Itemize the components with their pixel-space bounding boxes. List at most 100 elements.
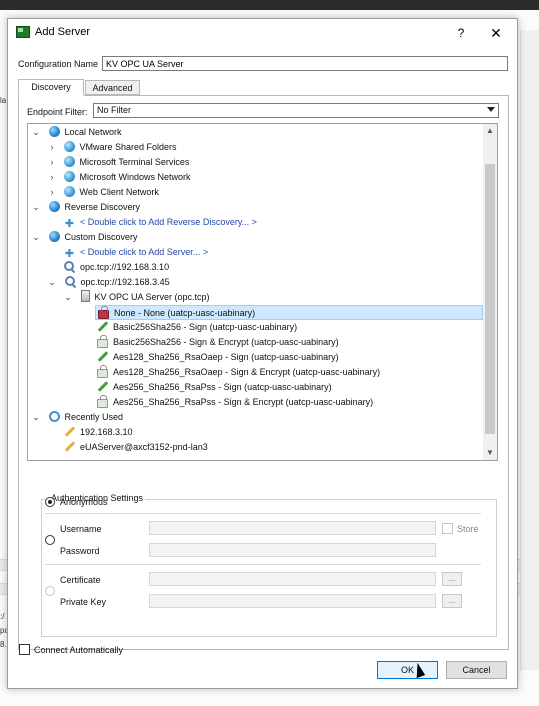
scroll-up-arrow-icon[interactable]: ▲ <box>483 124 497 138</box>
endpoint-item[interactable]: Aes128_Sha256_RsaOaep - Sign (uatcp-uasc… <box>97 350 339 365</box>
tree-node-label: Aes128_Sha256_RsaOaep - Sign & Encrypt (… <box>113 367 381 377</box>
private-key-input[interactable] <box>149 594 436 608</box>
expand-chevron-icon[interactable]: ⌄ <box>63 290 73 305</box>
server-icon <box>80 290 90 302</box>
add-server-link[interactable]: < Double click to Add Server... > <box>80 247 208 257</box>
dialog-title: Add Server <box>35 26 91 38</box>
tree-node[interactable]: ⌄ Reverse Discovery <box>31 200 140 215</box>
green-lock-icon <box>97 365 108 378</box>
collapsed-chevron-icon[interactable]: › <box>47 140 57 155</box>
tree-node[interactable]: opc.tcp://192.168.3.10 <box>64 260 169 275</box>
dropdown-arrow-icon[interactable] <box>487 107 495 112</box>
connect-automatically-checkbox[interactable] <box>19 644 30 655</box>
endpoint-filter-value: No Filter <box>97 105 132 115</box>
tree-node-label: Aes256_Sha256_RsaPss - Sign & Encrypt (u… <box>113 397 374 407</box>
tab-discovery[interactable]: Discovery <box>18 79 84 96</box>
tree-node[interactable]: › VMware Shared Folders <box>47 140 177 155</box>
network-icon <box>63 171 75 182</box>
tree-node-label: Web Client Network <box>79 187 159 197</box>
network-icon <box>63 141 75 152</box>
tree-node[interactable]: › Microsoft Terminal Services <box>47 155 189 170</box>
clock-icon <box>48 411 60 422</box>
tree-node[interactable]: ⌄ opc.tcp://192.168.3.45 <box>47 275 170 290</box>
tree-node[interactable]: › Microsoft Windows Network <box>47 170 191 185</box>
collapsed-chevron-icon[interactable]: › <box>47 185 57 200</box>
expand-chevron-icon[interactable]: ⌄ <box>47 275 57 290</box>
expand-chevron-icon[interactable]: ⌄ <box>31 200 41 215</box>
store-checkbox[interactable] <box>442 523 453 534</box>
tree-node-label: opc.tcp://192.168.3.10 <box>80 262 170 272</box>
globe-icon <box>48 231 60 242</box>
add-reverse-discovery-link[interactable]: < Double click to Add Reverse Discovery.… <box>80 217 257 227</box>
username-input[interactable] <box>149 521 436 535</box>
tree-node[interactable]: ⌄ KV OPC UA Server (opc.tcp) <box>63 290 210 305</box>
tree-node-label: Microsoft Windows Network <box>79 172 191 182</box>
help-button[interactable]: ? <box>451 23 471 43</box>
separator <box>45 513 481 514</box>
certificate-radio[interactable] <box>45 586 55 596</box>
tree-node[interactable]: › Web Client Network <box>47 185 159 200</box>
cancel-button[interactable]: Cancel <box>446 661 507 679</box>
background-text-fragment: :/ <box>0 612 5 621</box>
tree-node-label: VMware Shared Folders <box>79 142 177 152</box>
dialog-title-bar[interactable]: Add Server ? ✕ <box>8 19 517 47</box>
expand-chevron-icon[interactable]: ⌄ <box>31 230 41 245</box>
tree-node[interactable]: ⌄ Local Network <box>31 125 122 140</box>
tree-node-label: Local Network <box>64 127 122 137</box>
yellow-pencil-icon <box>64 441 75 452</box>
tree-scrollbar[interactable]: ▲ ▼ <box>483 124 497 460</box>
anonymous-radio[interactable] <box>45 497 55 507</box>
tree-node[interactable]: ⌄ Recently Used <box>31 410 123 425</box>
endpoint-item[interactable]: Basic256Sha256 - Sign & Encrypt (uatcp-u… <box>97 335 339 350</box>
endpoint-item[interactable]: Aes256_Sha256_RsaPss - Sign & Encrypt (u… <box>97 395 373 410</box>
app-icon <box>16 26 30 38</box>
certificate-input[interactable] <box>149 572 436 586</box>
red-lock-icon <box>98 306 109 319</box>
certificate-browse-button[interactable]: ... <box>442 572 462 586</box>
tree-node-label: 192.168.3.10 <box>80 427 133 437</box>
connect-automatically-label: Connect Automatically <box>34 645 124 655</box>
configuration-name-input[interactable] <box>102 56 508 71</box>
magnifier-icon <box>64 276 76 287</box>
tree-node[interactable]: eUAServer@axcf3152-pnd-lan3 <box>64 440 208 455</box>
separator <box>45 564 481 565</box>
tree-node[interactable]: ✚ < Double click to Add Reverse Discovery… <box>64 215 257 230</box>
discovery-tree[interactable]: ⌄ Local Network › VMware Shared Folders … <box>27 123 498 461</box>
tree-node-label: Aes256_Sha256_RsaPss - Sign (uatcp-uasc-… <box>113 382 332 392</box>
tree-node-label: eUAServer@axcf3152-pnd-lan3 <box>80 442 208 452</box>
endpoint-item-selected[interactable]: None - None (uatcp-uasc-uabinary) <box>95 305 483 320</box>
green-lock-icon <box>97 335 108 348</box>
scroll-down-arrow-icon[interactable]: ▼ <box>483 446 497 460</box>
tree-node-label: Reverse Discovery <box>64 202 141 212</box>
tree-node[interactable]: ✚ < Double click to Add Server... > <box>64 245 208 260</box>
endpoint-item[interactable]: Aes128_Sha256_RsaOaep - Sign & Encrypt (… <box>97 365 380 380</box>
tab-advanced[interactable]: Advanced <box>85 80 140 95</box>
close-button[interactable]: ✕ <box>484 23 508 43</box>
username-radio[interactable] <box>45 535 55 545</box>
globe-icon <box>48 126 60 137</box>
background-scrollbar[interactable] <box>520 30 539 670</box>
authentication-settings-group <box>41 499 497 637</box>
endpoint-item[interactable]: Basic256Sha256 - Sign (uatcp-uasc-uabina… <box>97 320 297 335</box>
endpoint-filter-label: Endpoint Filter: <box>27 107 88 117</box>
scroll-thumb[interactable] <box>485 164 495 434</box>
tree-node[interactable]: 192.168.3.10 <box>64 425 133 440</box>
ok-button[interactable]: OK <box>377 661 438 679</box>
anonymous-label: Anonymous <box>60 497 108 507</box>
tree-node-label: Basic256Sha256 - Sign (uatcp-uasc-uabina… <box>113 322 298 332</box>
endpoint-filter-select[interactable]: No Filter <box>93 103 499 118</box>
expand-chevron-icon[interactable]: ⌄ <box>31 410 41 425</box>
private-key-browse-button[interactable]: ... <box>442 594 462 608</box>
collapsed-chevron-icon[interactable]: › <box>47 155 57 170</box>
tree-node-label: Aes128_Sha256_RsaOaep - Sign (uatcp-uasc… <box>113 352 339 362</box>
green-pencil-icon <box>97 381 108 392</box>
expand-chevron-icon[interactable]: ⌄ <box>31 125 41 140</box>
tree-node-label: Custom Discovery <box>64 232 138 242</box>
store-label: Store <box>457 524 479 534</box>
tree-node[interactable]: ⌄ Custom Discovery <box>31 230 138 245</box>
yellow-pencil-icon <box>64 426 75 437</box>
endpoint-item[interactable]: Aes256_Sha256_RsaPss - Sign (uatcp-uasc-… <box>97 380 332 395</box>
collapsed-chevron-icon[interactable]: › <box>47 170 57 185</box>
password-input[interactable] <box>149 543 436 557</box>
tree-node-label: KV OPC UA Server (opc.tcp) <box>94 292 210 302</box>
